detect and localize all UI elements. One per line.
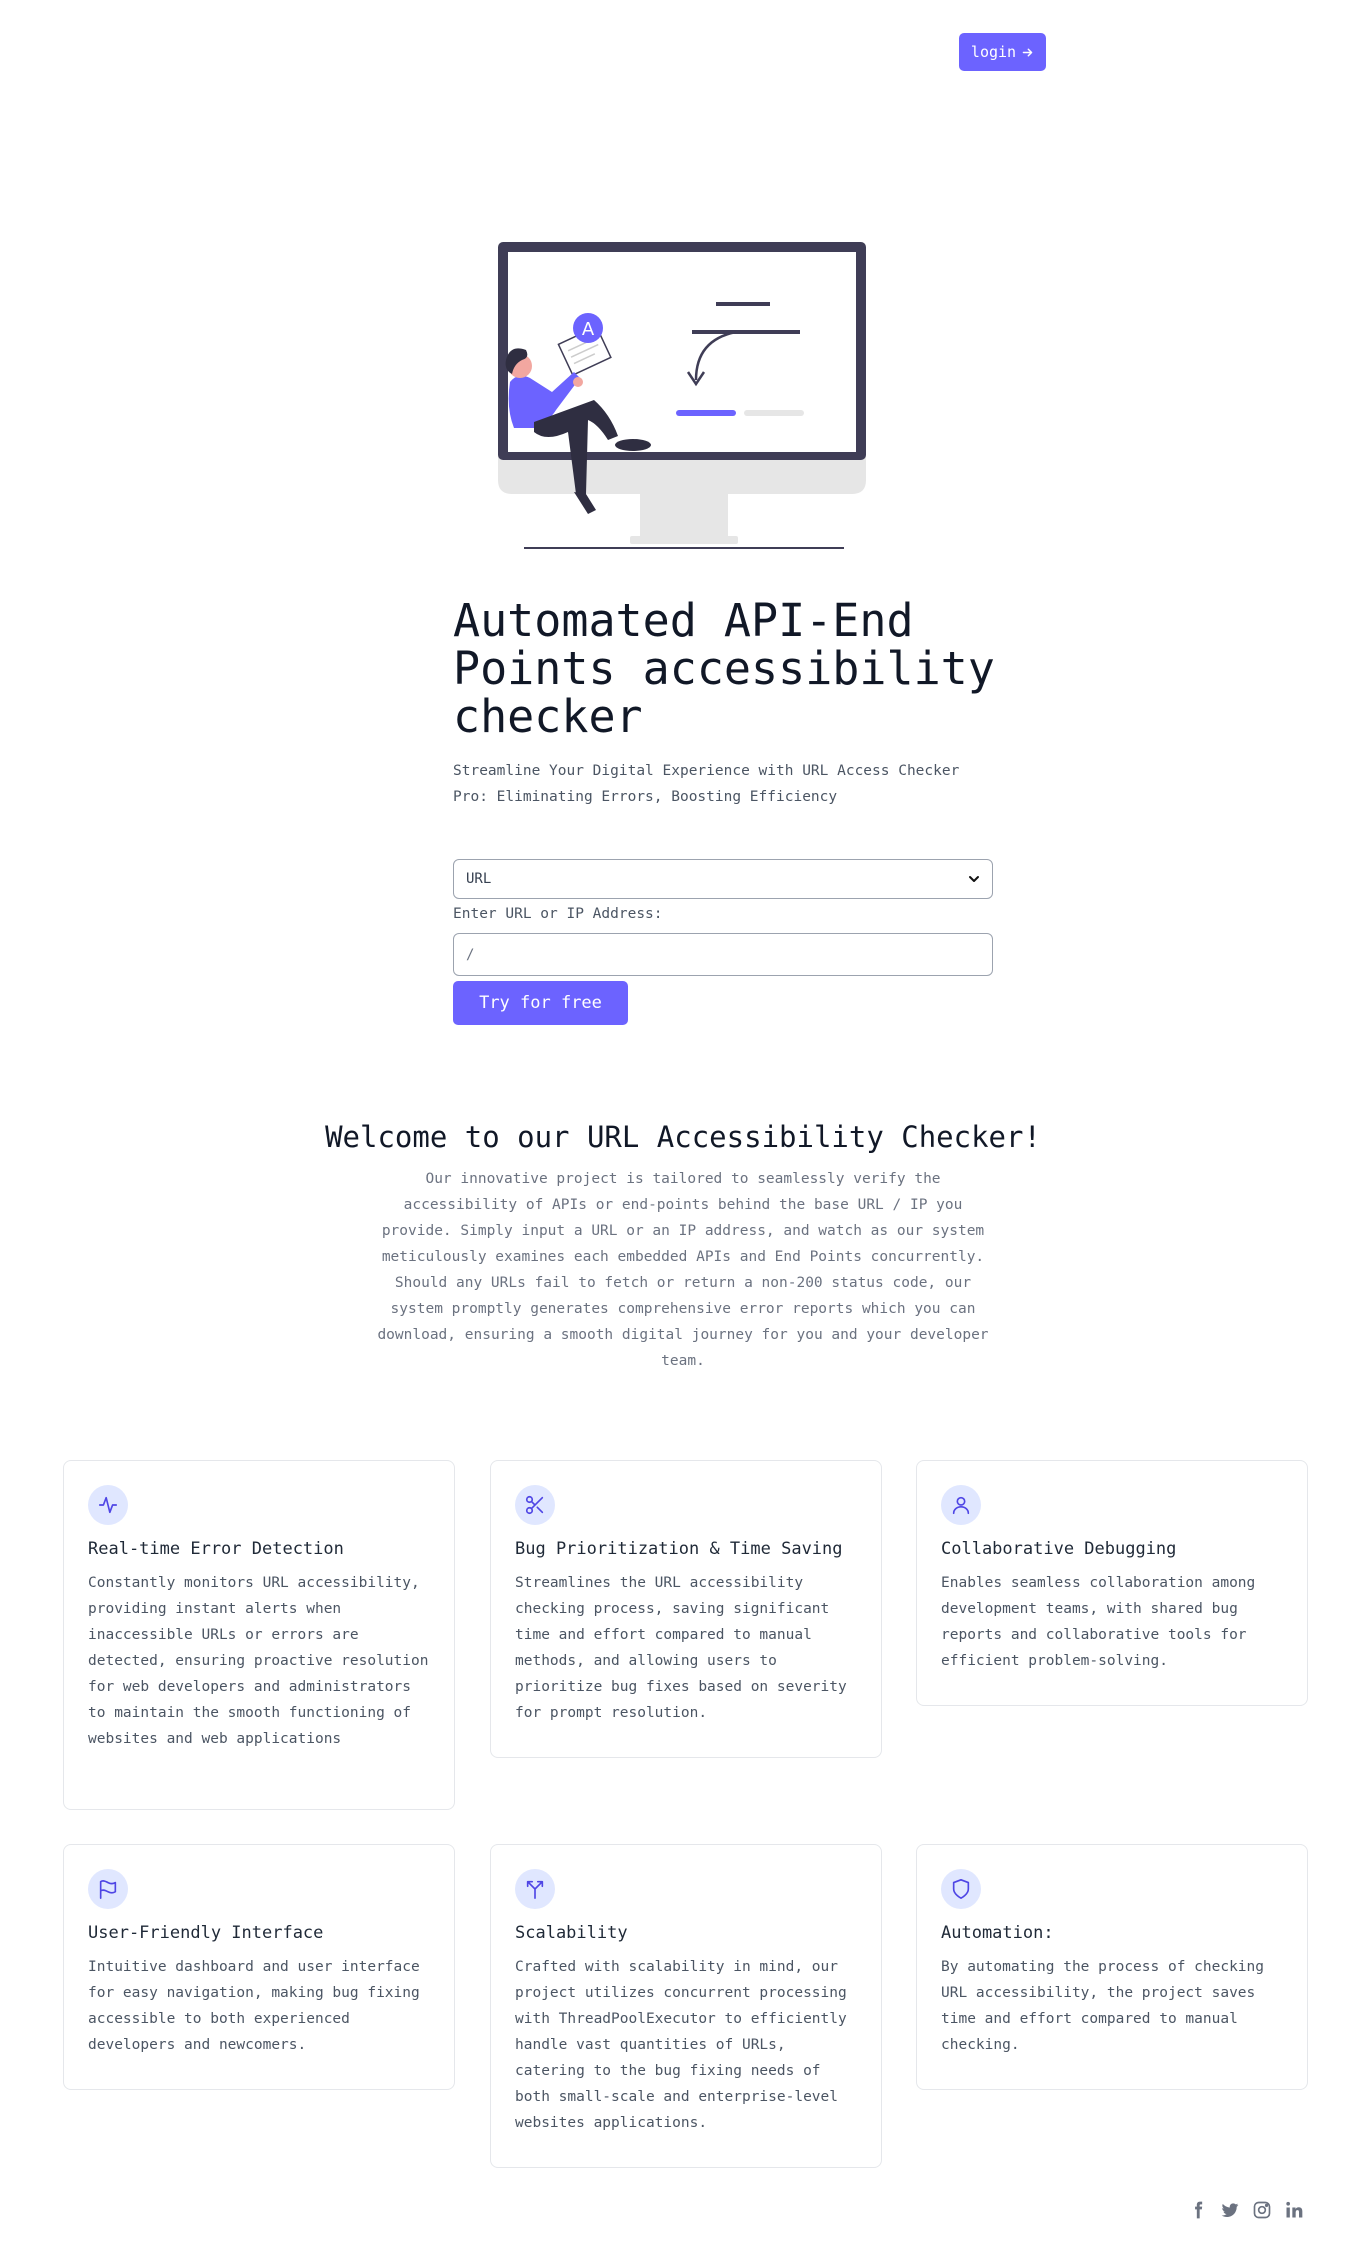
instagram-icon[interactable] xyxy=(1252,2200,1272,2220)
linkedin-icon[interactable] xyxy=(1284,2200,1304,2220)
url-input-label: Enter URL or IP Address: xyxy=(453,906,663,922)
welcome-title: Welcome to our URL Accessibility Checker… xyxy=(325,1120,1041,1154)
feature-title: User-Friendly Interface xyxy=(88,1923,324,1943)
feature-card-scalability: Scalability Crafted with scalability in … xyxy=(490,1844,882,2168)
chevron-down-icon xyxy=(969,876,979,882)
arrow-right-icon xyxy=(1022,48,1033,56)
feature-title: Bug Prioritization & Time Saving xyxy=(515,1539,843,1559)
twitter-icon[interactable] xyxy=(1220,2200,1240,2220)
feature-card-error-detection: Real-time Error Detection Constantly mon… xyxy=(63,1460,455,1810)
scissors-icon xyxy=(515,1485,555,1525)
shield-icon xyxy=(941,1869,981,1909)
login-button[interactable]: login xyxy=(959,33,1046,71)
split-arrow-icon xyxy=(515,1869,555,1909)
welcome-text: Our innovative project is tailored to se… xyxy=(377,1171,989,1369)
url-type-select[interactable]: URL xyxy=(453,859,993,899)
feature-description: Intuitive dashboard and user interface f… xyxy=(88,1959,420,2053)
activity-icon xyxy=(88,1485,128,1525)
social-links xyxy=(1188,2200,1304,2220)
feature-description: Streamlines the URL accessibility checki… xyxy=(515,1575,847,1721)
facebook-icon[interactable] xyxy=(1188,2200,1208,2220)
feature-title: Scalability xyxy=(515,1923,628,1943)
user-icon xyxy=(941,1485,981,1525)
flag-icon xyxy=(88,1869,128,1909)
hero-illustration: A xyxy=(498,242,866,549)
illustration-badge: A xyxy=(582,319,595,340)
feature-title: Collaborative Debugging xyxy=(941,1539,1177,1559)
try-for-free-button[interactable]: Try for free xyxy=(453,981,628,1025)
feature-description: Enables seamless collaboration among dev… xyxy=(941,1575,1256,1669)
select-value: URL xyxy=(466,871,492,887)
feature-description: By automating the process of checking UR… xyxy=(941,1959,1265,2053)
hero-subtitle: Streamline Your Digital Experience with … xyxy=(453,763,960,805)
url-input[interactable]: / xyxy=(453,933,993,976)
feature-card-collaborative-debugging: Collaborative Debugging Enables seamless… xyxy=(916,1460,1308,1706)
feature-title: Automation: xyxy=(941,1923,1054,1943)
monitor-chin xyxy=(498,457,866,494)
login-label: login xyxy=(970,43,1017,61)
url-input-value: / xyxy=(466,946,475,963)
feature-card-user-friendly: User-Friendly Interface Intuitive dashbo… xyxy=(63,1844,455,2090)
feature-card-automation: Automation: By automating the process of… xyxy=(916,1844,1308,2090)
feature-description: Crafted with scalability in mind, our pr… xyxy=(515,1959,847,2131)
hero-title: Automated API-End Points accessibility c… xyxy=(453,594,995,743)
feature-title: Real-time Error Detection xyxy=(88,1539,344,1559)
feature-description: Constantly monitors URL accessibility, p… xyxy=(88,1575,429,1747)
feature-card-bug-prioritization: Bug Prioritization & Time Saving Streaml… xyxy=(490,1460,882,1758)
